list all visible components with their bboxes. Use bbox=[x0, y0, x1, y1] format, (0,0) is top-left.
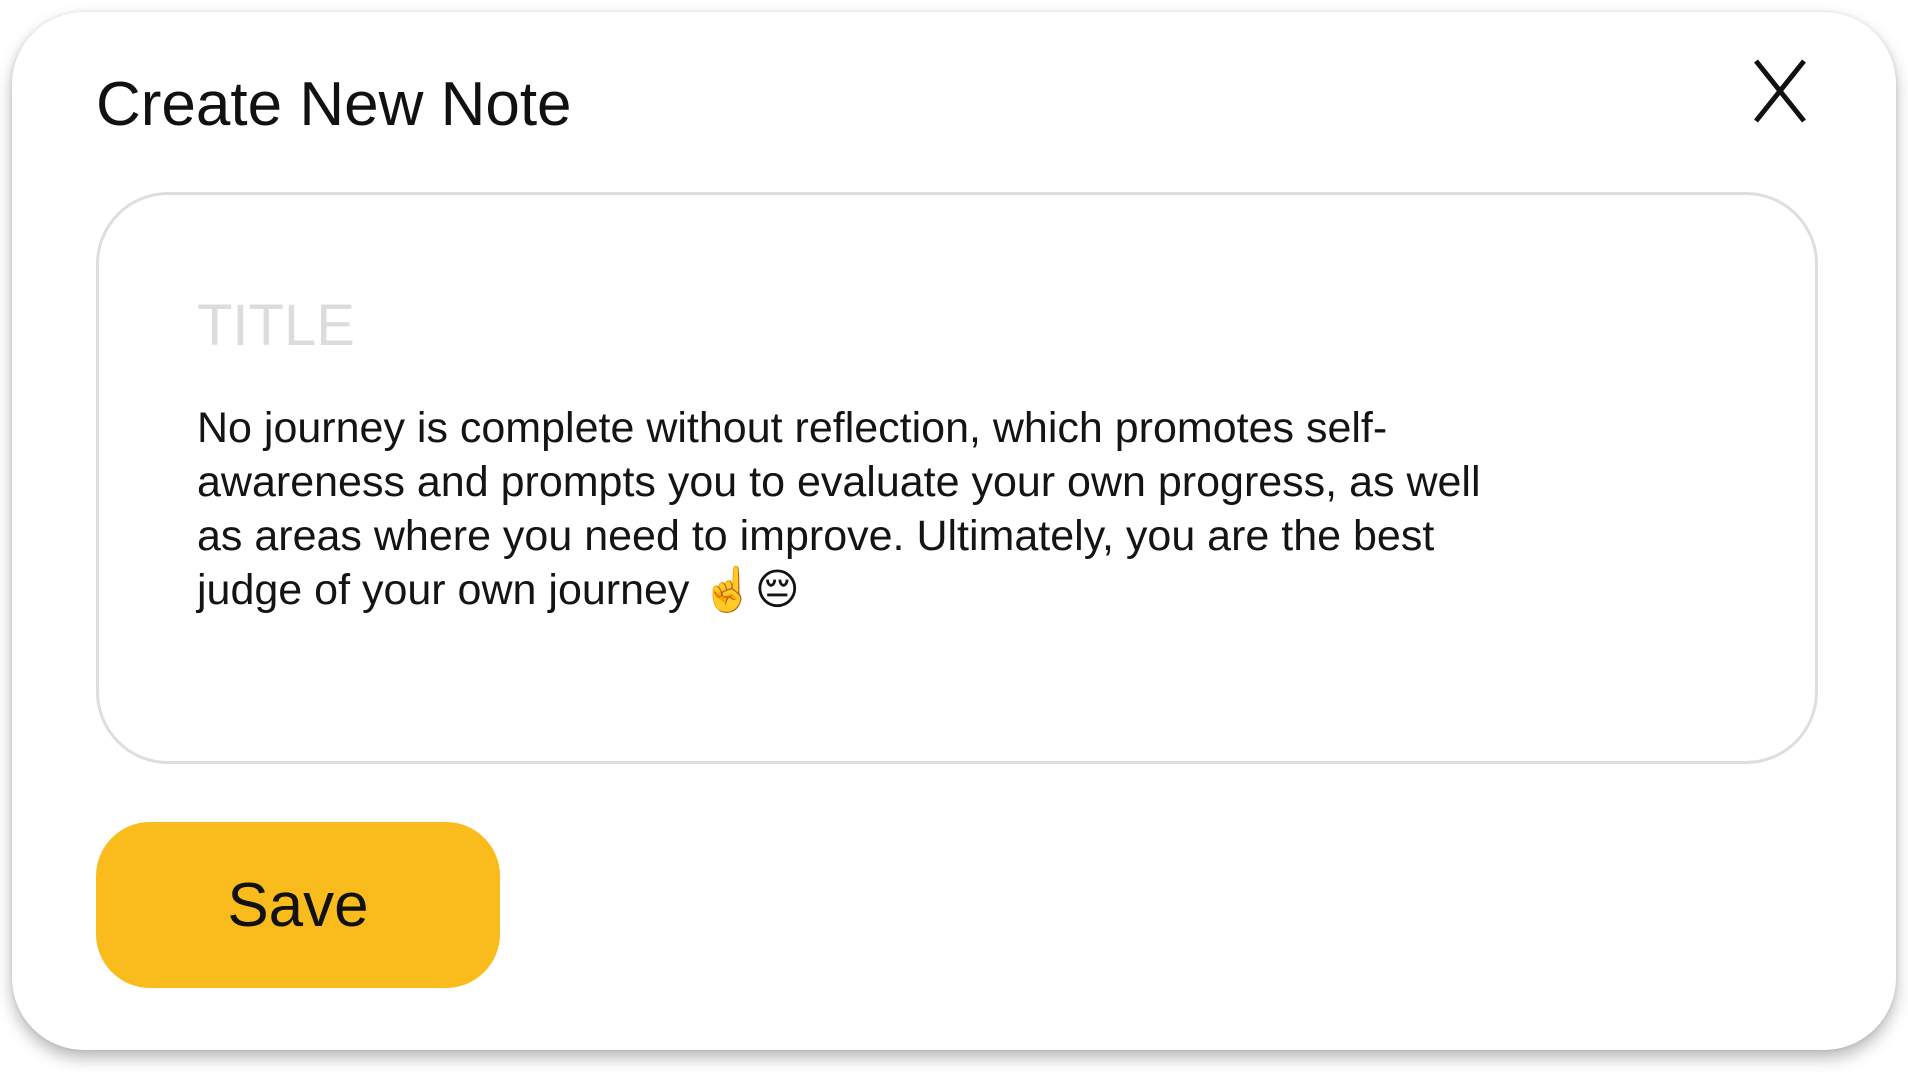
save-button[interactable]: Save bbox=[96, 822, 500, 988]
modal-title: Create New Note bbox=[96, 70, 572, 139]
note-editor: No journey is complete without reflectio… bbox=[96, 192, 1818, 764]
note-body-text[interactable]: No journey is complete without reflectio… bbox=[197, 401, 1647, 617]
create-note-modal: Create New Note No journey is complete w… bbox=[12, 12, 1896, 1050]
note-title-input[interactable] bbox=[197, 285, 1697, 365]
close-icon bbox=[1754, 59, 1806, 123]
close-button[interactable] bbox=[1742, 46, 1818, 136]
